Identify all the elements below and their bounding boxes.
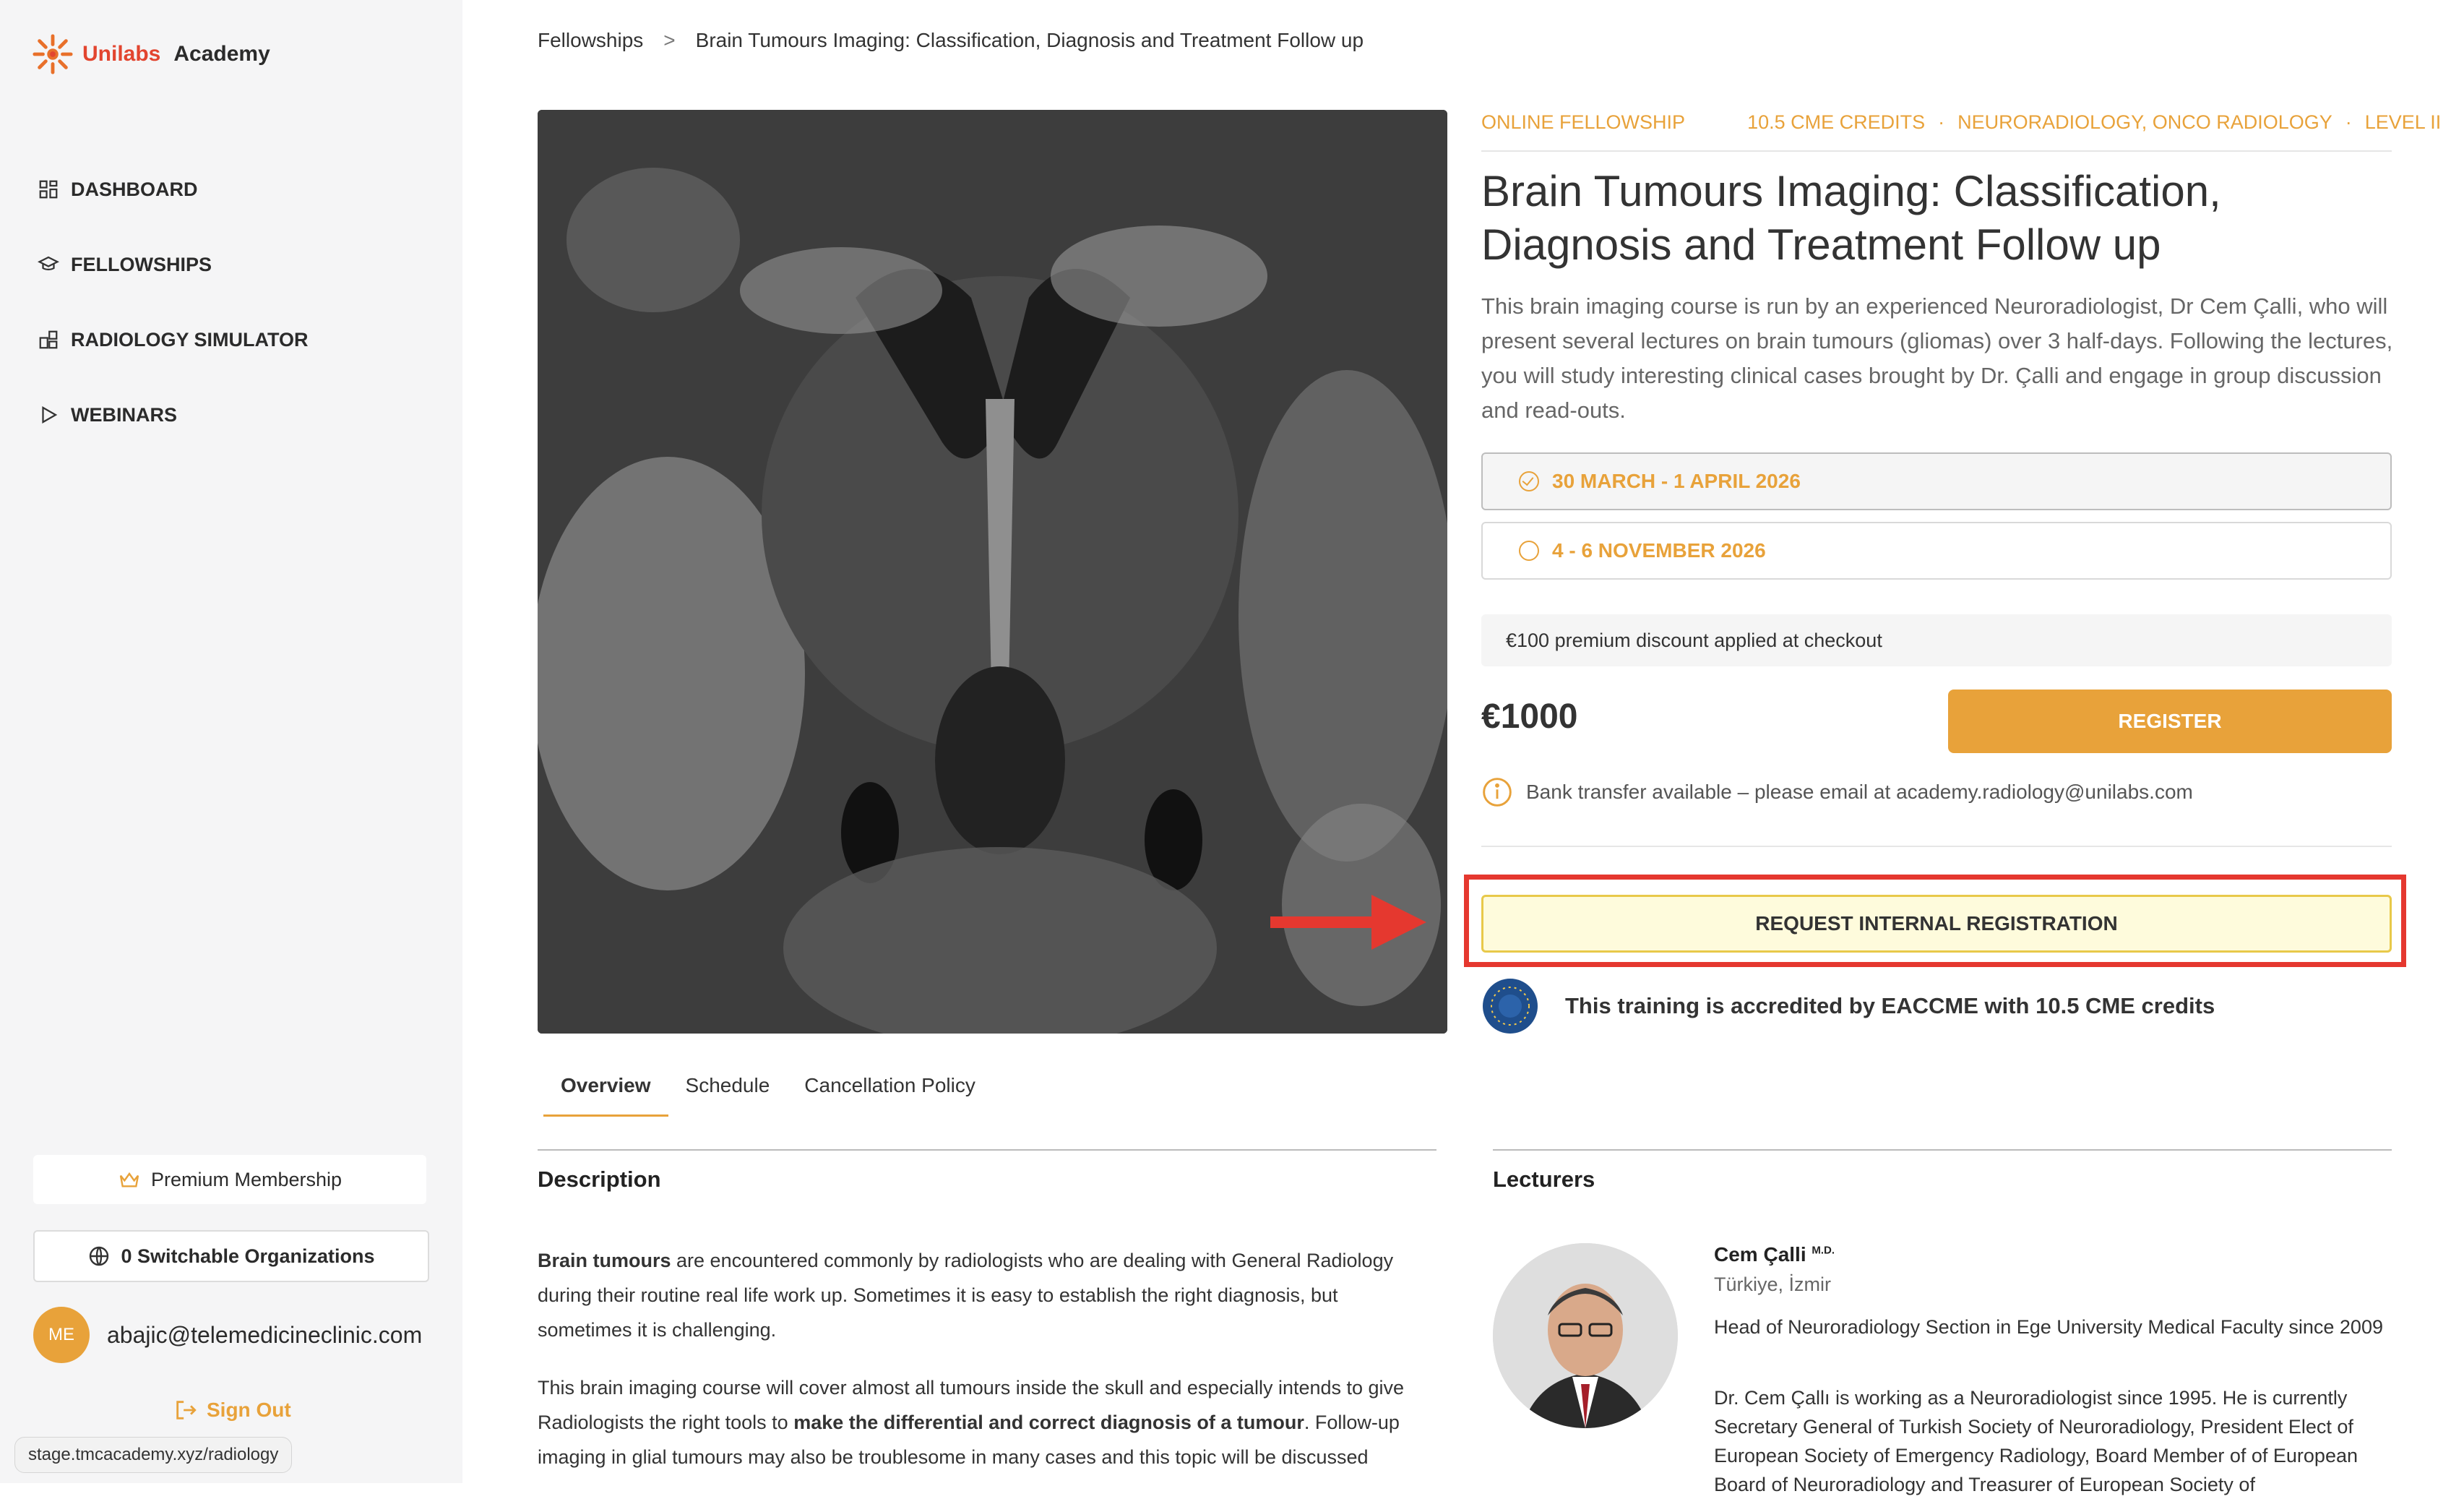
bank-transfer-note: Bank transfer available – please email a…	[1481, 776, 2193, 808]
play-icon	[42, 406, 58, 424]
course-tags: ONLINE FELLOWSHIP 10.5 CME CREDITS · NEU…	[1481, 111, 2441, 152]
sidebar-item-label: DASHBOARD	[71, 178, 198, 200]
lecturer-title-suffix: M.D.	[1812, 1244, 1835, 1257]
switchable-organizations-button[interactable]: 0 Switchable Organizations	[33, 1230, 429, 1282]
lecturers-heading: Lecturers	[1493, 1167, 1595, 1192]
info-icon	[1483, 778, 1512, 807]
sidebar: Unilabs Academy DASHBOARD FELLOWSHIPS RA…	[0, 0, 462, 1483]
tab-schedule[interactable]: Schedule	[668, 1067, 788, 1117]
status-url-tooltip: stage.tmcacademy.xyz/radiology	[14, 1437, 293, 1473]
sidebar-nav: DASHBOARD FELLOWSHIPS RADIOLOGY SIMULATO…	[38, 152, 309, 452]
red-arrow-annotation	[1270, 895, 1426, 950]
description-bold-term: make the differential and correct diagno…	[793, 1412, 1304, 1433]
description-paragraph-2: This brain imaging course will cover alm…	[538, 1370, 1434, 1474]
tag-level: LEVEL II	[2364, 111, 2442, 133]
description-bold-term: Brain tumours	[538, 1250, 671, 1271]
sign-out-button[interactable]: Sign Out	[173, 1398, 291, 1422]
lecturer-role: Head of Neuroradiology Section in Ege Un…	[1714, 1316, 2383, 1338]
sign-out-label: Sign Out	[207, 1399, 291, 1421]
lecturers-rule	[1493, 1149, 2392, 1151]
bank-transfer-text: Bank transfer available – please email a…	[1526, 781, 2193, 803]
course-title: Brain Tumours Imaging: Classification, D…	[1481, 167, 2221, 269]
description-rule	[538, 1149, 1436, 1151]
graduation-cap-icon	[38, 256, 59, 270]
discount-note: €100 premium discount applied at checkou…	[1481, 614, 2392, 666]
tag-separator: ·	[2345, 111, 2352, 133]
lecturer-photo	[1493, 1243, 1678, 1428]
date-option-1[interactable]: 30 MARCH - 1 APRIL 2026	[1481, 452, 2392, 510]
radio-circle-icon	[1519, 541, 1539, 561]
date-option-label: 4 - 6 NOVEMBER 2026	[1552, 539, 1766, 562]
logo[interactable]: Unilabs Academy	[32, 33, 270, 75]
breadcrumb: Fellowships > Brain Tumours Imaging: Cla…	[538, 29, 1364, 52]
lecturer-name-text: Cem Çalli	[1714, 1243, 1806, 1266]
simulator-icon	[39, 330, 58, 349]
globe-icon	[90, 1246, 109, 1266]
course-tabs: Overview Schedule Cancellation Policy	[543, 1067, 993, 1117]
tag-separator: ·	[1938, 111, 1945, 133]
tab-overview[interactable]: Overview	[543, 1067, 668, 1117]
date-option-label: 30 MARCH - 1 APRIL 2026	[1552, 470, 1801, 492]
user-email: abajic@telemedicineclinic.com	[107, 1321, 423, 1348]
accreditation-text: This training is accredited by EACCME wi…	[1565, 993, 2215, 1018]
sign-out-icon	[176, 1401, 197, 1419]
breadcrumb-current: Brain Tumours Imaging: Classification, D…	[695, 29, 1364, 51]
tag-format: ONLINE FELLOWSHIP	[1481, 111, 1686, 133]
check-circle-icon	[1519, 471, 1539, 491]
tab-cancellation-policy[interactable]: Cancellation Policy	[787, 1067, 993, 1117]
dashboard-icon	[39, 180, 58, 199]
premium-membership-label: Premium Membership	[150, 1168, 343, 1190]
tag-specialty: NEURORADIOLOGY, ONCO RADIOLOGY	[1957, 111, 2332, 133]
tag-credits: 10.5 CME CREDITS	[1747, 111, 1926, 133]
crown-icon	[119, 1172, 139, 1187]
accreditation-note: This training is accredited by EACCME wi…	[1481, 977, 2215, 1035]
sidebar-item-label: RADIOLOGY SIMULATOR	[71, 328, 309, 351]
premium-membership-button[interactable]: Premium Membership	[33, 1155, 426, 1204]
brand-name: Unilabs	[82, 42, 161, 66]
user-profile[interactable]: ME abajic@telemedicineclinic.com	[33, 1307, 422, 1363]
lecturer-name: Cem Çalli M.D.	[1714, 1243, 1835, 1266]
description-paragraph-1: Brain tumours are encountered commonly b…	[538, 1243, 1434, 1347]
lecturer-location: Türkiye, İzmir	[1714, 1273, 1831, 1295]
sidebar-item-radiology-simulator[interactable]: RADIOLOGY SIMULATOR	[38, 302, 309, 377]
description-heading: Description	[538, 1167, 661, 1192]
sidebar-item-fellowships[interactable]: FELLOWSHIPS	[38, 227, 309, 302]
avatar: ME	[33, 1307, 90, 1363]
sun-logo-icon	[33, 34, 73, 74]
sidebar-item-label: WEBINARS	[71, 403, 177, 426]
switchable-organizations-label: 0 Switchable Organizations	[121, 1245, 375, 1267]
eaccme-badge-icon	[1483, 979, 1538, 1034]
lecturer-portrait	[1493, 1243, 1678, 1428]
section-divider	[1481, 846, 2392, 847]
breadcrumb-separator: >	[663, 29, 676, 51]
course-price: €1000	[1481, 697, 1578, 736]
date-option-2[interactable]: 4 - 6 NOVEMBER 2026	[1481, 522, 2392, 580]
breadcrumb-parent-link[interactable]: Fellowships	[538, 29, 643, 52]
brand-suffix: Academy	[173, 42, 270, 66]
sidebar-item-dashboard[interactable]: DASHBOARD	[38, 152, 309, 227]
register-button[interactable]: REGISTER	[1948, 690, 2392, 753]
course-description: This brain imaging course is run by an e…	[1481, 293, 2393, 423]
request-internal-registration-button[interactable]: REQUEST INTERNAL REGISTRATION	[1481, 895, 2392, 953]
sidebar-item-label: FELLOWSHIPS	[71, 253, 212, 275]
sidebar-item-webinars[interactable]: WEBINARS	[38, 377, 309, 452]
lecturer-bio: Dr. Cem Çallı is working as a Neuroradio…	[1714, 1387, 2358, 1495]
